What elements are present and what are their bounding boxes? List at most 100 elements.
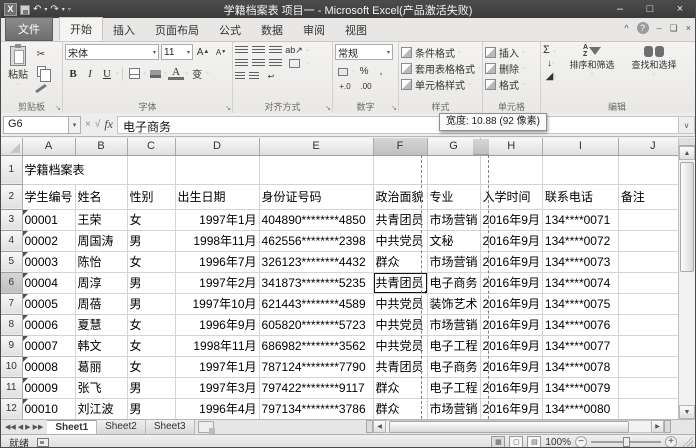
cell-styles-button[interactable]: 单元格样式 ▾ — [401, 76, 480, 92]
first-sheet-icon[interactable]: ◀◀ — [5, 423, 16, 431]
cell-C10[interactable]: 女 — [127, 356, 176, 378]
cell-G12[interactable]: 市场营销 — [427, 398, 481, 420]
cell-H2[interactable]: 入学时间 — [480, 184, 543, 210]
cell-I1[interactable] — [542, 155, 619, 185]
cell-D1[interactable] — [175, 155, 260, 185]
cell-E2[interactable]: 身份证号码 — [259, 184, 374, 210]
underline-button[interactable]: U — [99, 66, 115, 81]
row-header-4[interactable]: 4 — [1, 230, 23, 252]
align-bottom-icon[interactable] — [269, 46, 282, 55]
cell-G3[interactable]: 市场营销 — [427, 209, 481, 231]
maximize-button[interactable]: □ — [635, 1, 665, 18]
cell-H8[interactable]: 2016年9月 — [480, 314, 543, 336]
cell-G1[interactable] — [427, 155, 481, 185]
cell-E3[interactable]: 404890********4850 — [259, 209, 374, 231]
paste-dropdown-icon[interactable]: ▾ — [16, 81, 19, 88]
page-layout-view-icon[interactable]: ▢ — [509, 436, 524, 447]
cell-D5[interactable]: 1996年7月 — [175, 251, 260, 273]
cell-B4[interactable]: 周国涛 — [75, 230, 128, 252]
cell-I4[interactable]: 134****0072 — [542, 230, 619, 252]
sheet-tab-sheet1[interactable]: Sheet1 — [47, 420, 98, 434]
comma-style-icon[interactable]: , — [373, 64, 389, 79]
borders-icon[interactable] — [126, 66, 142, 81]
cell-G5[interactable]: 市场营销 — [427, 251, 481, 273]
cell-H3[interactable]: 2016年9月 — [480, 209, 543, 231]
minimize-button[interactable]: – — [605, 1, 635, 18]
cell-F5[interactable]: 群众 — [373, 251, 428, 273]
cell-E10[interactable]: 787124********7790 — [259, 356, 374, 378]
cell-H10[interactable]: 2016年9月 — [480, 356, 543, 378]
italic-button[interactable]: I — [82, 66, 98, 81]
row-header-11[interactable]: 11 — [1, 377, 23, 399]
cell-E1[interactable] — [259, 155, 374, 185]
cell-I5[interactable]: 134****0073 — [542, 251, 619, 273]
cell-G6[interactable]: 电子商务 — [427, 272, 481, 294]
error-indicator-icon[interactable] — [22, 230, 28, 236]
cell-E11[interactable]: 797422********9117 — [259, 377, 374, 399]
zoom-slider[interactable] — [591, 437, 661, 447]
sheet-tab-sheet2[interactable]: Sheet2 — [97, 420, 146, 434]
workbook-minimize-icon[interactable]: – — [657, 23, 662, 33]
cell-C3[interactable]: 女 — [127, 209, 176, 231]
error-indicator-icon[interactable] — [22, 314, 28, 320]
number-format-combo[interactable]: 常规 ▾ — [335, 44, 393, 60]
cell-F1[interactable] — [373, 155, 428, 185]
cell-D12[interactable]: 1996年4月 — [175, 398, 260, 420]
enter-icon[interactable]: √ — [95, 119, 101, 130]
cell-I3[interactable]: 134****0071 — [542, 209, 619, 231]
cell-H7[interactable]: 2016年9月 — [480, 293, 543, 315]
scroll-up-icon[interactable]: ▲ — [679, 146, 695, 160]
cell-I6[interactable]: 134****0074 — [542, 272, 619, 294]
cell-B5[interactable]: 陈怡 — [75, 251, 128, 273]
error-indicator-icon[interactable] — [22, 356, 28, 362]
cell-F6[interactable]: 共青团员 — [373, 272, 428, 294]
redo-dropdown-icon[interactable]: ▾ — [62, 6, 65, 13]
cell-B7[interactable]: 周蓓 — [75, 293, 128, 315]
column-header-E[interactable]: E — [259, 138, 374, 156]
error-indicator-icon[interactable] — [22, 398, 28, 404]
redo-icon[interactable]: ↷ — [50, 2, 58, 17]
cell-I2[interactable]: 联系电话 — [542, 184, 619, 210]
accounting-format-icon[interactable] — [335, 64, 351, 79]
align-left-icon[interactable] — [235, 59, 248, 68]
error-indicator-icon[interactable] — [22, 377, 28, 383]
horizontal-split-handle[interactable] — [664, 420, 671, 433]
column-header-C[interactable]: C — [127, 138, 176, 156]
cell-D6[interactable]: 1997年2月 — [175, 272, 260, 294]
font-dialog-launcher-icon[interactable]: ↘ — [225, 104, 231, 112]
cell-I10[interactable]: 134****0078 — [542, 356, 619, 378]
alignment-dialog-launcher-icon[interactable]: ↘ — [325, 104, 331, 112]
cell-D4[interactable]: 1998年11月 — [175, 230, 260, 252]
cell-B10[interactable]: 葛丽 — [75, 356, 128, 378]
format-painter-icon[interactable] — [33, 81, 49, 96]
cell-F4[interactable]: 中共党员 — [373, 230, 428, 252]
excel-logo-icon[interactable]: X — [4, 3, 17, 16]
borders-dropdown-icon[interactable]: ▾ — [143, 70, 146, 77]
tab-review[interactable]: 审阅 — [293, 19, 335, 41]
vertical-split-handle[interactable] — [679, 138, 695, 146]
customize-qat-icon[interactable]: ▿ — [68, 6, 71, 13]
tab-home[interactable]: 开始 — [59, 17, 103, 41]
help-icon[interactable]: ? — [636, 22, 649, 34]
merge-dropdown-icon[interactable]: ▾ — [306, 60, 309, 67]
error-indicator-icon[interactable] — [22, 335, 28, 341]
error-indicator-icon[interactable] — [22, 272, 28, 278]
row-header-8[interactable]: 8 — [1, 314, 23, 336]
vertical-scrollbar-thumb[interactable] — [680, 162, 694, 272]
scroll-down-icon[interactable]: ▼ — [679, 405, 695, 419]
conditional-formatting-button[interactable]: 条件格式 ▾ — [401, 44, 480, 60]
error-indicator-icon[interactable] — [22, 293, 28, 299]
cell-F9[interactable]: 中共党员 — [373, 335, 428, 357]
cell-F3[interactable]: 共青团员 — [373, 209, 428, 231]
error-indicator-icon[interactable] — [22, 251, 28, 257]
row-header-1[interactable]: 1 — [1, 155, 23, 185]
cell-G9[interactable]: 电子工程 — [427, 335, 481, 357]
cell-G8[interactable]: 市场营销 — [427, 314, 481, 336]
cell-D2[interactable]: 出生日期 — [175, 184, 260, 210]
delete-cells-button[interactable]: 删除 ▾ — [485, 60, 538, 76]
column-header-F[interactable]: F — [373, 138, 428, 156]
cell-F12[interactable]: 群众 — [373, 398, 428, 420]
scroll-left-icon[interactable]: ◀ — [373, 420, 386, 433]
cell-C2[interactable]: 性别 — [127, 184, 176, 210]
cell-C7[interactable]: 男 — [127, 293, 176, 315]
